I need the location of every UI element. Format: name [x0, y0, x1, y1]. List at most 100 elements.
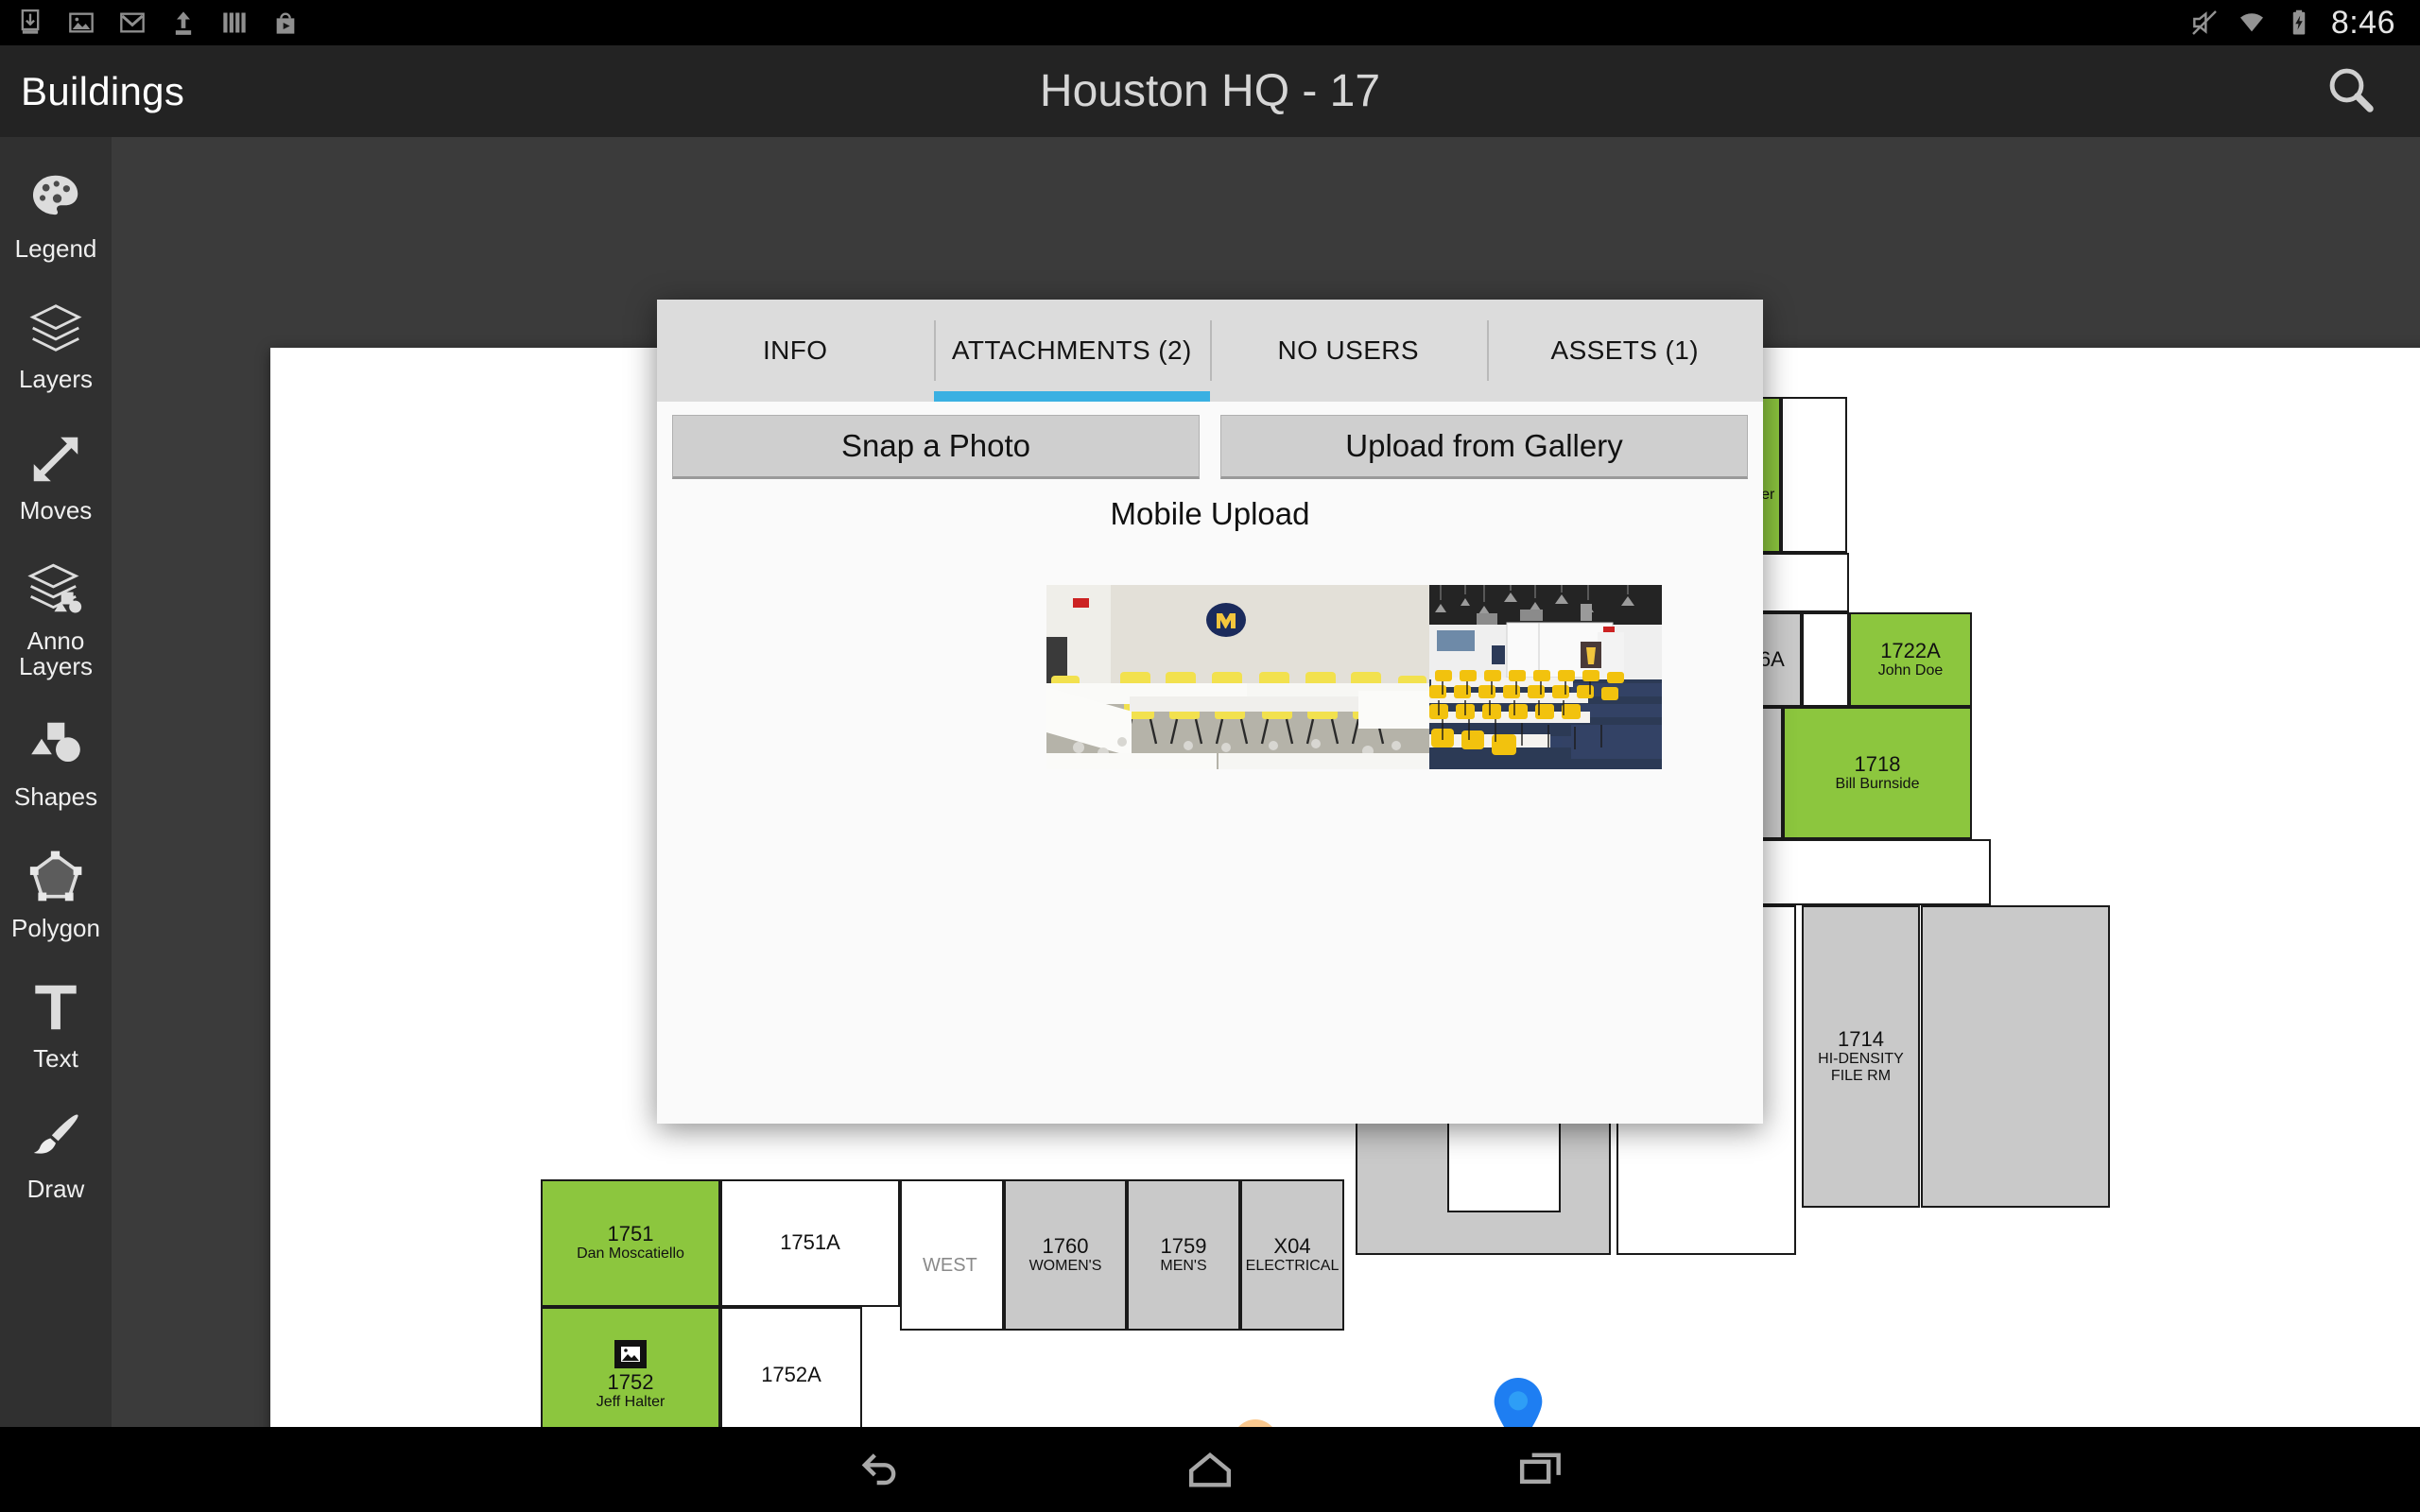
room-extra-top[interactable]	[1781, 397, 1847, 553]
photo-attachment-icon[interactable]	[614, 1339, 647, 1368]
anno-layers-icon	[26, 556, 85, 624]
status-system-icons: 8:46	[2189, 5, 2420, 42]
attachment-thumbnail-2[interactable]	[1429, 585, 1662, 769]
mobile-upload-heading: Mobile Upload	[1110, 496, 1310, 531]
anno-label-line1: Anno	[26, 626, 85, 655]
room-number: 1714	[1838, 1026, 1884, 1051]
sidebar-item-label: Layers	[18, 365, 94, 394]
sidebar-item-label: Moves	[19, 495, 93, 524]
room-number: 1722A	[1880, 638, 1941, 662]
brush-icon	[26, 1104, 85, 1172]
download-icon	[15, 8, 45, 38]
room-number: 1751	[607, 1222, 654, 1246]
room-occupant: Bill Burnside	[1835, 775, 1920, 792]
snap-a-photo-label: Snap a Photo	[841, 428, 1030, 463]
dialog-tabs: INFO ATTACHMENTS (2) NO USERS ASSETS (1)	[657, 300, 1763, 402]
room-1751A[interactable]: 1751A	[720, 1179, 900, 1307]
room-1752[interactable]: 1752 Jeff Halter	[541, 1307, 720, 1427]
play-store-icon	[270, 8, 301, 38]
sidebar-item-label: Polygon	[11, 913, 100, 942]
sidebar-item-label: Draw	[26, 1175, 85, 1204]
room-number: X04	[1273, 1233, 1311, 1258]
room-1751[interactable]: 1751 Dan Moscatiello	[541, 1179, 720, 1307]
battery-charging-icon	[2284, 8, 2314, 38]
room-occupant: WOMEN'S	[1028, 1257, 1102, 1274]
anno-label-line2: Layers	[18, 652, 94, 681]
mute-icon	[2189, 8, 2220, 38]
android-nav-bar	[0, 1427, 2420, 1512]
polygon-icon	[26, 843, 85, 911]
status-notification-icons	[0, 8, 301, 38]
app-title[interactable]: Buildings	[0, 69, 184, 114]
tab-label: ASSETS (1)	[1550, 335, 1699, 365]
tab-info[interactable]: INFO	[657, 300, 934, 402]
status-bar: 8:46	[0, 0, 2420, 45]
clock-time: 8:46	[2330, 4, 2395, 41]
attachment-thumbnails	[657, 532, 1763, 769]
sidebar-item-text[interactable]: Text	[0, 973, 112, 1072]
room-number: 1759	[1160, 1233, 1207, 1258]
columns-icon	[219, 8, 250, 38]
room-1759[interactable]: 1759 MEN'S	[1127, 1179, 1240, 1331]
shaft-a	[1802, 612, 1849, 707]
upload-from-gallery-button[interactable]: Upload from Gallery	[1220, 415, 1748, 479]
attachment-thumbnail-1[interactable]	[1046, 585, 1429, 769]
search-icon[interactable]	[2324, 62, 2420, 120]
layers-icon	[26, 294, 85, 362]
sidebar-item-label: Anno Layers	[18, 626, 94, 681]
room-1718[interactable]: 1718 Bill Burnside	[1783, 707, 1972, 839]
upload-button-row: Snap a Photo Upload from Gallery	[657, 402, 1763, 479]
room-X04[interactable]: X04 ELECTRICAL	[1240, 1179, 1344, 1331]
sidebar-item-label: Text	[33, 1044, 78, 1074]
home-icon[interactable]	[1163, 1441, 1257, 1498]
sidebar-item-anno-layers[interactable]: Anno Layers	[0, 556, 112, 680]
room-occupant: Dan Moscatiello	[577, 1246, 684, 1263]
room-number: 1752A	[761, 1363, 821, 1387]
page-title: Houston HQ - 17	[1039, 66, 1381, 116]
photo-icon	[66, 8, 96, 38]
move-arrows-icon	[26, 425, 85, 493]
file-racks	[1921, 905, 2110, 1208]
room-number: 1760	[1042, 1233, 1089, 1258]
room-1722A[interactable]: 1722A John Doe	[1849, 612, 1972, 707]
upload-icon	[168, 8, 199, 38]
attachments-dialog[interactable]: INFO ATTACHMENTS (2) NO USERS ASSETS (1)…	[657, 300, 1763, 1124]
conference-room-photo	[1046, 585, 1429, 769]
room-occupant: John Doe	[1877, 662, 1944, 679]
back-arrow-icon[interactable]	[832, 1441, 926, 1498]
room-number: 1751A	[780, 1230, 840, 1255]
recents-icon[interactable]	[1494, 1441, 1588, 1498]
sidebar-item-layers[interactable]: Layers	[0, 294, 112, 392]
wifi-icon	[2237, 8, 2267, 38]
text-icon	[26, 973, 85, 1041]
gmail-icon	[117, 8, 147, 38]
tab-label: NO USERS	[1277, 335, 1419, 365]
tab-attachments[interactable]: ATTACHMENTS (2)	[933, 300, 1211, 402]
palette-icon	[26, 163, 85, 232]
room-occupant: MEN'S	[1160, 1257, 1207, 1274]
room-1714[interactable]: 1714 HI-DENSITY FILE RM	[1802, 905, 1920, 1208]
room-1760[interactable]: 1760 WOMEN'S	[1004, 1179, 1127, 1331]
tool-rail: Legend Layers Moves Anno Layers Shapes P…	[0, 137, 112, 1427]
shapes-icon	[26, 712, 85, 780]
room-number: 1752	[607, 1369, 654, 1394]
snap-a-photo-button[interactable]: Snap a Photo	[672, 415, 1200, 479]
tab-label: INFO	[763, 335, 828, 365]
tab-assets[interactable]: ASSETS (1)	[1486, 300, 1764, 402]
action-bar: Buildings Houston HQ - 17	[0, 45, 2420, 137]
zone-label-west: WEST	[923, 1255, 977, 1276]
sidebar-item-draw[interactable]: Draw	[0, 1104, 112, 1202]
sidebar-item-polygon[interactable]: Polygon	[0, 843, 112, 941]
training-room-photo	[1429, 585, 1662, 769]
sidebar-item-label: Legend	[14, 234, 97, 263]
sidebar-item-label: Shapes	[13, 782, 98, 812]
tab-users[interactable]: NO USERS	[1210, 300, 1487, 402]
sidebar-item-shapes[interactable]: Shapes	[0, 712, 112, 810]
sidebar-item-moves[interactable]: Moves	[0, 425, 112, 524]
room-number: 1718	[1854, 751, 1901, 776]
room-occupant: Jeff Halter	[596, 1393, 666, 1410]
tab-label: ATTACHMENTS (2)	[951, 335, 1192, 365]
room-1752A[interactable]: 1752A	[720, 1307, 862, 1427]
sidebar-item-legend[interactable]: Legend	[0, 163, 112, 262]
upload-from-gallery-label: Upload from Gallery	[1345, 428, 1623, 463]
